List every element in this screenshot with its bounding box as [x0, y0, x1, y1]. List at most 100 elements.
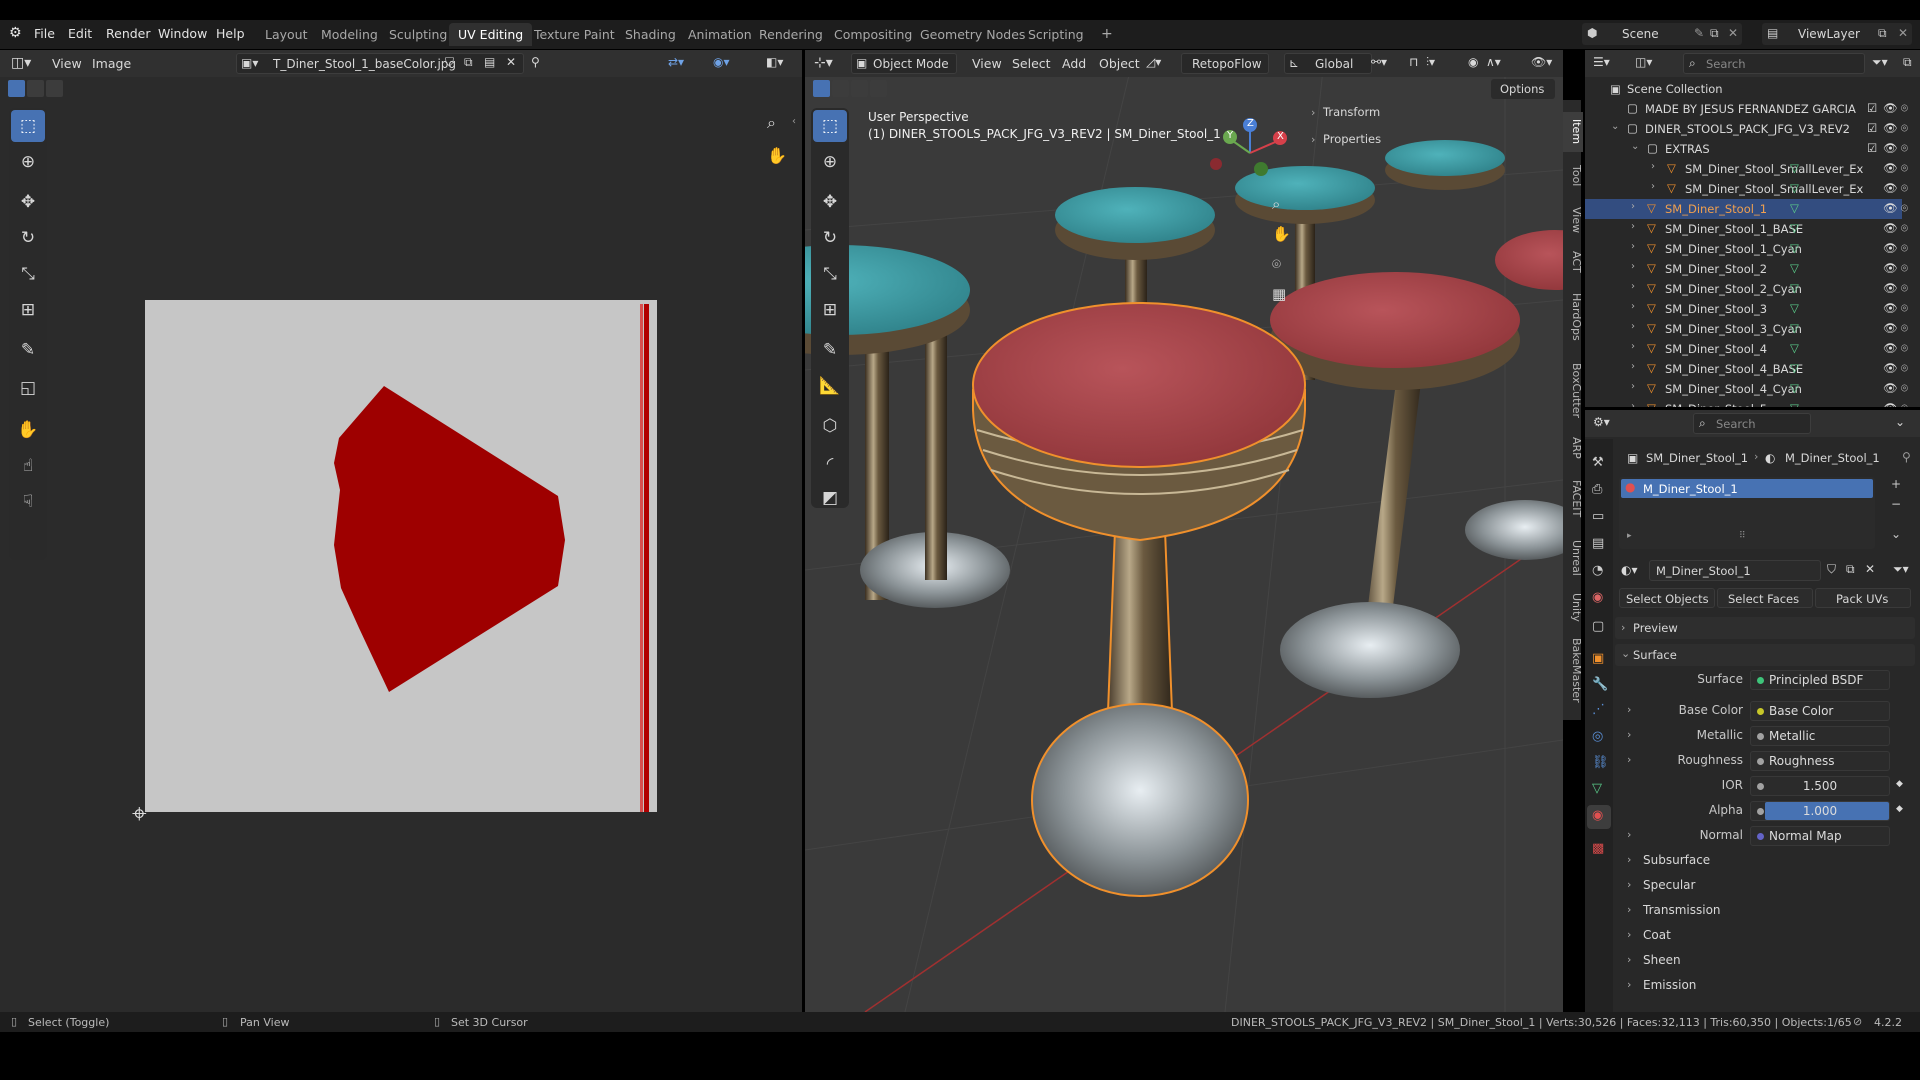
- material-tab[interactable]: ◉: [1587, 805, 1611, 829]
- eye-icon[interactable]: 👁: [1883, 401, 1898, 407]
- slot-specials-icon[interactable]: ⌄: [1891, 527, 1901, 541]
- expand-chevron-icon[interactable]: ›: [1651, 161, 1655, 172]
- subpanel-transmission[interactable]: Transmission: [1643, 903, 1721, 917]
- pinch-tool[interactable]: ☟: [11, 486, 45, 518]
- snap-target-icon[interactable]: ⫶▾: [1426, 55, 1435, 70]
- eye-icon[interactable]: 👁: [1883, 261, 1898, 275]
- pan-hand-icon[interactable]: ✋: [767, 146, 787, 165]
- render-tab-icon[interactable]: ⎙: [1592, 482, 1602, 497]
- menu-render[interactable]: Render: [106, 26, 151, 41]
- subpanel-coat[interactable]: Coat: [1643, 928, 1671, 942]
- options-button[interactable]: Options: [1491, 79, 1555, 99]
- uv-menu-image[interactable]: Image: [92, 56, 131, 71]
- outliner-row[interactable]: › ▽ SM_Diner_Stool_1 ▽ 👁 ⌾: [1585, 199, 1908, 219]
- side-tab-arp[interactable]: ARP: [1563, 430, 1583, 466]
- image-selector[interactable]: ▣▾ T_Diner_Stool_1_baseColor.jpg: [236, 53, 524, 74]
- collection-tab-icon[interactable]: ▢: [1592, 619, 1604, 634]
- zoom-view-icon[interactable]: ⌕: [1272, 195, 1280, 213]
- vp-select-mode[interactable]: [813, 80, 893, 99]
- expand-chevron-icon[interactable]: ›: [1631, 341, 1635, 352]
- pin-image-icon[interactable]: ⚲: [531, 55, 540, 69]
- outliner-row[interactable]: › ▽ SM_Diner_Stool_1_Cyan ▽ 👁 ⌾: [1585, 239, 1908, 259]
- bend-tool[interactable]: ◜: [813, 448, 847, 480]
- vp-menu-object[interactable]: Object: [1099, 56, 1140, 71]
- transform-tool[interactable]: ⊞: [813, 294, 847, 326]
- modifier-tab-icon[interactable]: 🔧: [1592, 677, 1608, 692]
- outliner-row[interactable]: › ▽ SM_Diner_Stool_4_BASE ▽ 👁 ⌾: [1585, 359, 1908, 379]
- node-link-icon[interactable]: ⏷▾: [1893, 562, 1909, 577]
- eye-icon[interactable]: 👁: [1883, 381, 1898, 395]
- editor-type-icon[interactable]: ☰▾: [1593, 55, 1610, 69]
- camera-render-icon[interactable]: ⌾: [1901, 281, 1908, 296]
- eye-icon[interactable]: 👁: [1883, 161, 1898, 175]
- editor-type-icon[interactable]: ⊹▾: [814, 55, 833, 71]
- select-box-tool[interactable]: ⬚: [11, 110, 45, 142]
- uv-select-mode[interactable]: [8, 80, 66, 99]
- viewport-3d[interactable]: ⊹▾ ▣ Object Mode View Select Add Object …: [805, 50, 1563, 1012]
- mesh-data-icon[interactable]: ▽: [1790, 401, 1799, 407]
- eye-icon[interactable]: 👁: [1883, 321, 1898, 335]
- camera-render-icon[interactable]: ⌾: [1901, 161, 1908, 176]
- outliner-row[interactable]: ▢ MADE BY JESUS FERNANDEZ GARCIA ☑ 👁 ⌾: [1585, 99, 1908, 119]
- surface-panel-header[interactable]: ⌄ Surface: [1615, 644, 1915, 666]
- camera-render-icon[interactable]: ⌾: [1901, 241, 1908, 256]
- vp-menu-add[interactable]: Add: [1062, 56, 1086, 71]
- mesh-data-icon[interactable]: ▽: [1790, 161, 1799, 175]
- outliner-row[interactable]: › ▽ SM_Diner_Stool_2 ▽ 👁 ⌾: [1585, 259, 1908, 279]
- measure-tool[interactable]: 📐: [813, 370, 847, 402]
- surface-shader-field[interactable]: Principled BSDF: [1750, 670, 1890, 690]
- mesh-data-icon[interactable]: ▽: [1790, 181, 1799, 195]
- orientation-selector[interactable]: ⊾ Global: [1284, 53, 1372, 74]
- new-viewlayer-icon[interactable]: ⧉: [1878, 26, 1887, 41]
- camera-render-icon[interactable]: ⌾: [1901, 141, 1908, 156]
- expand-chevron-icon[interactable]: ›: [1631, 281, 1635, 292]
- constraints-tab-icon[interactable]: ⛓: [1592, 755, 1609, 770]
- outliner-row[interactable]: › ▽ SM_Diner_Stool_2_Cyan ▽ 👁 ⌾: [1585, 279, 1908, 299]
- subpanel-subsurface[interactable]: Subsurface: [1643, 853, 1710, 867]
- chevron-right-icon[interactable]: ›: [1627, 928, 1631, 941]
- new-scene-icon[interactable]: ⧉: [1710, 26, 1719, 41]
- menu-edit[interactable]: Edit: [68, 26, 92, 41]
- grab-tool[interactable]: ✋: [11, 414, 45, 446]
- workspace-tab-compositing[interactable]: Compositing: [825, 23, 921, 46]
- subpanel-emission[interactable]: Emission: [1643, 978, 1696, 992]
- preview-panel[interactable]: › Preview: [1615, 617, 1915, 639]
- output-tab-icon[interactable]: ▭: [1592, 509, 1604, 524]
- expand-chevron-icon[interactable]: ›: [1631, 261, 1635, 272]
- mesh-data-icon[interactable]: ▽: [1790, 201, 1799, 215]
- camera-render-icon[interactable]: ⌾: [1901, 121, 1908, 136]
- world-tab-icon[interactable]: ◉: [1592, 590, 1603, 605]
- ortho-toggle-icon[interactable]: ▦: [1272, 285, 1286, 303]
- mesh-data-icon[interactable]: ▽: [1790, 221, 1799, 235]
- open-image-icon[interactable]: ▤: [484, 55, 495, 69]
- expand-chevron-icon[interactable]: ⌄: [1611, 121, 1619, 132]
- socket-icon[interactable]: [1757, 708, 1764, 715]
- camera-view-icon[interactable]: ⌾: [1272, 255, 1281, 273]
- expand-chevron-icon[interactable]: ›: [1631, 221, 1635, 232]
- material-name-field[interactable]: M_Diner_Stool_1: [1649, 560, 1821, 581]
- outliner-row[interactable]: › ▽ SM_Diner_Stool_5 ▽ 👁⌾: [1585, 399, 1908, 407]
- move-tool[interactable]: ✥: [813, 186, 847, 218]
- collapse-chevron-icon[interactable]: ‹: [792, 116, 796, 127]
- input-field[interactable]: 1.500: [1750, 776, 1890, 796]
- side-tab-view[interactable]: View: [1563, 200, 1583, 240]
- extend-mode-icon[interactable]: [832, 80, 849, 97]
- outliner-row[interactable]: › ▽ SM_Diner_Stool_4_Cyan ▽ 👁 ⌾: [1585, 379, 1908, 399]
- exclude-checkbox-icon[interactable]: ☑: [1867, 141, 1877, 155]
- menu-help[interactable]: Help: [216, 26, 245, 41]
- outliner-row[interactable]: ⌄ ▢ DINER_STOOLS_PACK_JFG_V3_REV2 ☑ 👁 ⌾: [1585, 119, 1908, 139]
- input-field[interactable]: Base Color: [1750, 701, 1890, 721]
- expand-chevron-icon[interactable]: ›: [1631, 381, 1635, 392]
- outliner-row[interactable]: › ▽ SM_Diner_Stool_SmallLever_Ex ▽ 👁 ⌾: [1585, 179, 1908, 199]
- edit-toggle-icon[interactable]: ◿▾: [1146, 55, 1161, 69]
- physics-tab-icon[interactable]: ◎: [1592, 729, 1603, 744]
- side-tab-unity[interactable]: Unity: [1563, 588, 1583, 626]
- workspace-tab-texture-paint[interactable]: Texture Paint: [525, 23, 624, 46]
- keyframe-icon[interactable]: ◆: [1896, 804, 1903, 814]
- object-tab-icon[interactable]: ▣: [1592, 651, 1604, 666]
- eye-icon[interactable]: 👁: [1883, 241, 1898, 255]
- chevron-right-icon[interactable]: ›: [1627, 878, 1631, 891]
- workspace-tab-shading[interactable]: Shading: [616, 23, 685, 46]
- new-collection-icon[interactable]: ⧉: [1903, 55, 1912, 70]
- tool-tab-icon[interactable]: ⚒: [1592, 455, 1604, 470]
